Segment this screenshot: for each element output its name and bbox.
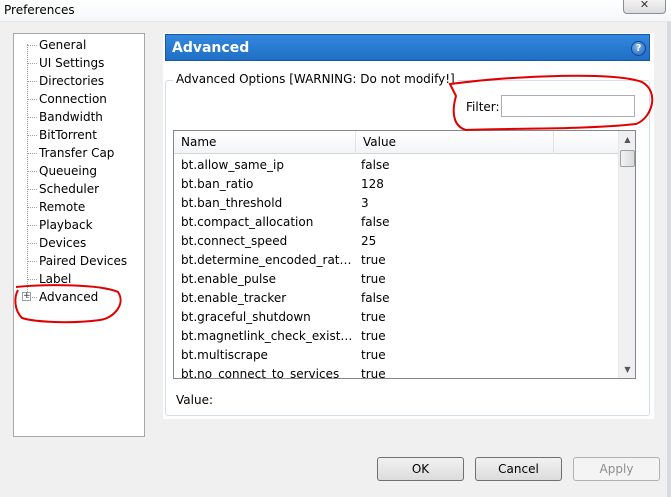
column-header-name[interactable]: Name (174, 131, 356, 154)
table-row[interactable]: bt.compact_allocation false (174, 213, 618, 232)
sidebar-item-label: Connection (39, 92, 107, 106)
sidebar-item-label: Bandwidth (39, 110, 103, 124)
close-icon: ✕ (639, 0, 650, 11)
filter-label: Filter: (466, 100, 500, 114)
row-name: bt.no_connect_to_services (181, 367, 340, 379)
table-row[interactable]: bt.ban_ratio 128 (174, 175, 618, 194)
row-value: false (361, 291, 390, 305)
scroll-down-arrow-icon[interactable]: ▼ (619, 361, 635, 378)
row-name: bt.ban_ratio (181, 177, 254, 191)
sidebar-item-remote[interactable]: Remote (27, 198, 86, 216)
row-value: true (361, 272, 386, 286)
row-name: bt.enable_pulse (181, 272, 277, 286)
group-label: Advanced Options [WARNING: Do not modify… (173, 72, 458, 86)
row-name: bt.compact_allocation (181, 215, 314, 229)
sidebar-item-label: UI Settings (39, 56, 105, 70)
sidebar-item-bittorrent[interactable]: BitTorrent (27, 126, 98, 144)
panel-title: Advanced (172, 40, 250, 56)
table-row[interactable]: bt.magnetlink_check_existing_... true (174, 327, 618, 346)
sidebar-item-ui-settings[interactable]: UI Settings (27, 54, 105, 72)
sidebar-item-directories[interactable]: Directories (27, 72, 105, 90)
row-name: bt.ban_threshold (181, 196, 283, 210)
sidebar-item-bandwidth[interactable]: Bandwidth (27, 108, 104, 126)
options-list[interactable]: Name Value bt.allow_same_ip false bt.ban_… (173, 130, 636, 379)
filter-input[interactable] (501, 95, 635, 117)
table-row[interactable]: bt.enable_tracker false (174, 289, 618, 308)
sidebar-item-connection[interactable]: Connection (27, 90, 108, 108)
sidebar-item-general[interactable]: General (27, 36, 87, 54)
list-header: Name Value (174, 131, 618, 154)
sidebar-item-label: Transfer Cap (39, 146, 115, 160)
apply-button[interactable]: Apply (573, 457, 660, 481)
cancel-button[interactable]: Cancel (475, 457, 562, 481)
column-header-filler (554, 131, 618, 154)
sidebar-item-label: Scheduler (39, 182, 100, 196)
scroll-up-arrow-icon[interactable]: ▲ (619, 131, 635, 148)
sidebar-item-devices[interactable]: Devices (27, 234, 87, 252)
sidebar-item-transfer-cap[interactable]: Transfer Cap (27, 144, 115, 162)
sidebar-item-label-category[interactable]: Label (27, 270, 72, 288)
list-rows: bt.allow_same_ip false bt.ban_ratio 128 bt… (174, 156, 618, 379)
row-name: bt.determine_encoded_rate_fo... (181, 253, 353, 267)
sidebar-item-scheduler[interactable]: Scheduler (27, 180, 100, 198)
vertical-scrollbar[interactable]: ▲ ▼ (618, 131, 635, 378)
row-value: true (361, 329, 386, 343)
sidebar-item-label: General (39, 38, 87, 52)
sidebar-item-playback[interactable]: Playback (27, 216, 94, 234)
title-bar: Preferences ✕ (0, 0, 671, 22)
sidebar-item-label: Paired Devices (39, 254, 128, 268)
row-value: true (361, 348, 386, 362)
table-row[interactable]: bt.graceful_shutdown true (174, 308, 618, 327)
table-row[interactable]: bt.connect_speed 25 (174, 232, 618, 251)
sidebar-item-label: Advanced (39, 290, 99, 304)
sidebar-item-label: Remote (39, 200, 86, 214)
sidebar-item-label: Devices (39, 236, 87, 250)
table-row[interactable]: bt.multiscrape true (174, 346, 618, 365)
sidebar-item-label: Playback (39, 218, 93, 232)
scroll-thumb[interactable] (620, 150, 635, 167)
row-value: false (361, 158, 390, 172)
row-name: bt.connect_speed (181, 234, 288, 248)
row-value: false (361, 215, 390, 229)
sidebar-item-advanced[interactable]: Advanced (27, 288, 99, 306)
panel-header: Advanced ? (165, 34, 650, 61)
row-value: 25 (361, 234, 377, 248)
value-label: Value: (176, 393, 213, 407)
sidebar-item-label: Directories (39, 74, 105, 88)
sidebar-item-label: Queueing (39, 164, 97, 178)
close-button[interactable]: ✕ (623, 0, 666, 14)
sidebar-item-queueing[interactable]: Queueing (27, 162, 98, 180)
column-header-value[interactable]: Value (356, 131, 554, 154)
row-name: bt.graceful_shutdown (181, 310, 311, 324)
row-value: 3 (361, 196, 369, 210)
row-name: bt.enable_tracker (181, 291, 287, 305)
ok-button[interactable]: OK (377, 457, 464, 481)
table-row[interactable]: bt.enable_pulse true (174, 270, 618, 289)
row-value: true (361, 310, 386, 324)
table-row[interactable]: bt.no_connect_to_services true (174, 365, 618, 379)
help-icon[interactable]: ? (631, 41, 646, 56)
table-row[interactable]: bt.ban_threshold 3 (174, 194, 618, 213)
window-title: Preferences (4, 3, 75, 17)
row-name: bt.magnetlink_check_existing_... (181, 329, 353, 343)
table-row[interactable]: bt.allow_same_ip false (174, 156, 618, 175)
sidebar-item-label: Label (39, 272, 72, 286)
row-name: bt.multiscrape (181, 348, 268, 362)
sidebar-item-label: BitTorrent (39, 128, 97, 142)
row-value: true (361, 367, 386, 379)
row-value: true (361, 253, 386, 267)
row-name: bt.allow_same_ip (181, 158, 284, 172)
row-value: 128 (361, 177, 384, 191)
table-row[interactable]: bt.determine_encoded_rate_fo... true (174, 251, 618, 270)
sidebar-item-paired-devices[interactable]: Paired Devices (27, 252, 128, 270)
